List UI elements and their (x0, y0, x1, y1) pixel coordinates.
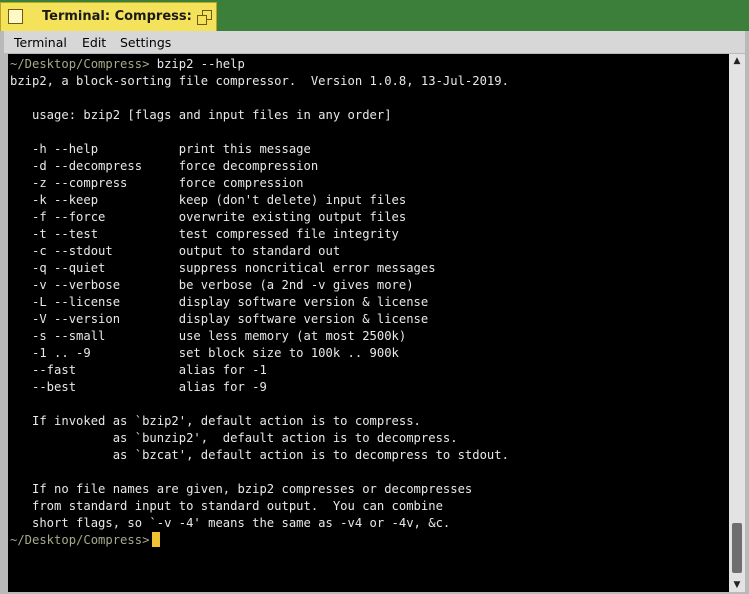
menu-bar: Terminal Edit Settings (4, 31, 745, 53)
scroll-up-icon[interactable]: ▲ (729, 54, 745, 68)
title-bar: Terminal: Compress: -- (0, 0, 749, 31)
window-menu-icon[interactable] (8, 9, 23, 24)
help-output: bzip2, a block-sorting file compressor. … (10, 74, 509, 530)
menu-edit[interactable]: Edit (82, 35, 106, 50)
command-text: bzip2 --help (149, 57, 245, 71)
prompt-path: ~/Desktop/Compress> (10, 57, 150, 71)
vertical-scrollbar[interactable]: ▲ ▼ (729, 54, 745, 592)
menu-terminal[interactable]: Terminal (14, 35, 67, 50)
menu-settings[interactable]: Settings (120, 35, 171, 50)
window-title: Terminal: Compress: -- (42, 9, 208, 24)
terminal-output-area[interactable]: ~/Desktop/Compress> bzip2 --help bzip2, … (8, 54, 729, 592)
text-cursor (152, 532, 161, 547)
final-prompt-path: ~/Desktop/Compress> (10, 533, 150, 547)
scrollbar-thumb[interactable] (732, 523, 742, 573)
scroll-down-icon[interactable]: ▼ (729, 578, 745, 592)
terminal-window: Terminal Edit Settings ~/Desktop/Compres… (0, 31, 749, 594)
window-title-tab[interactable]: Terminal: Compress: -- (0, 2, 217, 31)
maximize-icon[interactable] (195, 8, 213, 26)
